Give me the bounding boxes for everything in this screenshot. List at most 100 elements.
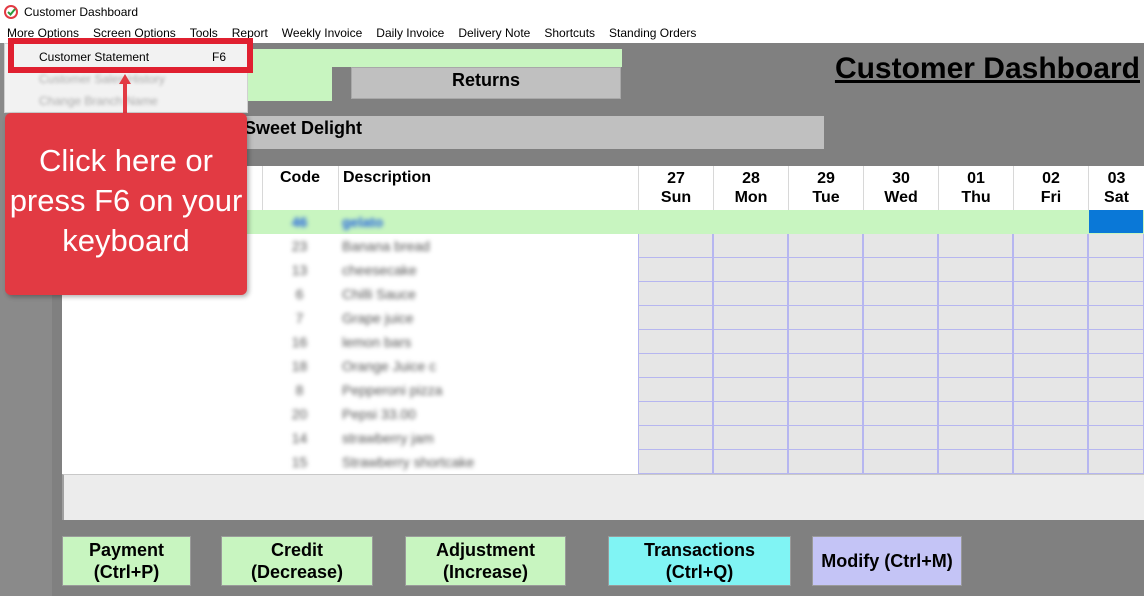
day-qty-cell[interactable] [638,354,713,378]
day-qty-cell[interactable] [1088,258,1144,282]
day-qty-cell[interactable] [788,282,863,306]
day-qty-cell[interactable] [788,306,863,330]
modify-button[interactable]: Modify (Ctrl+M) [812,536,962,586]
day-qty-cell[interactable] [713,306,788,330]
day-qty-cell[interactable] [788,234,863,258]
table-row[interactable]: 18 Orange Juice c [62,354,1144,378]
day-qty-cell[interactable] [638,426,713,450]
adjustment-button[interactable]: Adjustment (Increase) [405,536,566,586]
day-qty-cell[interactable] [863,330,938,354]
day-qty-cell[interactable] [863,450,938,474]
app-logo-icon [4,4,18,19]
day-qty-cell[interactable] [1088,354,1144,378]
table-row[interactable]: 7 Grape juice [62,306,1144,330]
transactions-button[interactable]: Transactions (Ctrl+Q) [608,536,791,586]
day-qty-cell[interactable] [1013,306,1088,330]
day-qty-cell[interactable] [788,258,863,282]
day-qty-cell[interactable] [713,234,788,258]
day-qty-cell[interactable] [938,258,1013,282]
day-qty-cell[interactable] [938,210,1013,234]
day-qty-cell[interactable] [788,402,863,426]
day-qty-cell[interactable] [1088,378,1144,402]
day-qty-cell[interactable] [638,306,713,330]
menu-delivery-note[interactable]: Delivery Note [451,23,537,43]
credit-button[interactable]: Credit (Decrease) [221,536,373,586]
day-qty-cell[interactable] [638,378,713,402]
day-qty-cell[interactable] [1013,330,1088,354]
day-qty-cell[interactable] [713,330,788,354]
day-qty-cell[interactable] [1088,450,1144,474]
day-qty-cell[interactable] [638,258,713,282]
day-qty-cell[interactable] [1088,234,1144,258]
day-qty-cell[interactable] [638,450,713,474]
day-qty-cell[interactable] [713,402,788,426]
day-qty-cell[interactable] [938,282,1013,306]
day-qty-cell[interactable] [1088,210,1144,234]
row-code: 18 [291,358,308,374]
tab-strip [244,49,622,67]
day-qty-cell[interactable] [788,210,863,234]
day-qty-cell[interactable] [863,210,938,234]
day-qty-cell[interactable] [1013,282,1088,306]
day-qty-cell[interactable] [1013,234,1088,258]
day-qty-cell[interactable] [713,378,788,402]
day-qty-cell[interactable] [713,282,788,306]
day-qty-cell[interactable] [1088,330,1144,354]
payment-button[interactable]: Payment (Ctrl+P) [62,536,191,586]
day-qty-cell[interactable] [638,282,713,306]
day-qty-cell[interactable] [863,426,938,450]
day-qty-cell[interactable] [1088,426,1144,450]
day-qty-cell[interactable] [863,378,938,402]
day-qty-cell[interactable] [863,258,938,282]
table-row[interactable]: 8 Pepperoni pizza [62,378,1144,402]
day-qty-cell[interactable] [863,282,938,306]
day-qty-cell[interactable] [788,378,863,402]
day-qty-cell[interactable] [938,306,1013,330]
day-qty-cell[interactable] [863,306,938,330]
day-qty-cell[interactable] [938,378,1013,402]
day-qty-cell[interactable] [713,354,788,378]
day-qty-cell[interactable] [788,354,863,378]
day-qty-cell[interactable] [1013,450,1088,474]
day-qty-cell[interactable] [638,234,713,258]
day-qty-cell[interactable] [1013,210,1088,234]
table-row[interactable]: 20 Pepsi 33.00 [62,402,1144,426]
menu-weekly-invoice[interactable]: Weekly Invoice [275,23,369,43]
day-qty-cell[interactable] [1013,402,1088,426]
table-row[interactable]: 15 Strawberry shortcake [62,450,1144,474]
day-qty-cell[interactable] [1013,258,1088,282]
day-qty-cell[interactable] [1013,354,1088,378]
day-qty-cell[interactable] [638,210,713,234]
table-row[interactable]: 16 lemon bars [62,330,1144,354]
day-qty-cell[interactable] [638,330,713,354]
menu-shortcuts[interactable]: Shortcuts [537,23,602,43]
day-qty-cell[interactable] [863,402,938,426]
day-qty-cell[interactable] [788,330,863,354]
menu-standing-orders[interactable]: Standing Orders [602,23,703,43]
table-row[interactable]: 14 strawberry jam [62,426,1144,450]
day-qty-cell[interactable] [788,426,863,450]
returns-tab[interactable]: Returns [351,67,621,99]
day-qty-cell[interactable] [863,234,938,258]
day-qty-cell[interactable] [713,258,788,282]
day-qty-cell[interactable] [788,450,863,474]
day-qty-cell[interactable] [938,450,1013,474]
row-description: Orange Juice c [342,358,437,374]
day-qty-cell[interactable] [938,354,1013,378]
day-qty-cell[interactable] [1088,306,1144,330]
day-qty-cell[interactable] [1088,282,1144,306]
day-qty-cell[interactable] [713,426,788,450]
day-qty-cell[interactable] [1013,426,1088,450]
day-qty-cell[interactable] [1013,378,1088,402]
day-qty-cell[interactable] [863,354,938,378]
day-qty-cell[interactable] [713,450,788,474]
day-qty-cell[interactable] [938,234,1013,258]
day-qty-cell[interactable] [638,402,713,426]
day-qty-cell[interactable] [938,402,1013,426]
day-qty-cell[interactable] [1088,402,1144,426]
menu-daily-invoice[interactable]: Daily Invoice [369,23,451,43]
day-qty-cell[interactable] [938,426,1013,450]
day-qty-cell[interactable] [938,330,1013,354]
day-qty-cell[interactable] [713,210,788,234]
day-name: Tue [812,189,840,206]
